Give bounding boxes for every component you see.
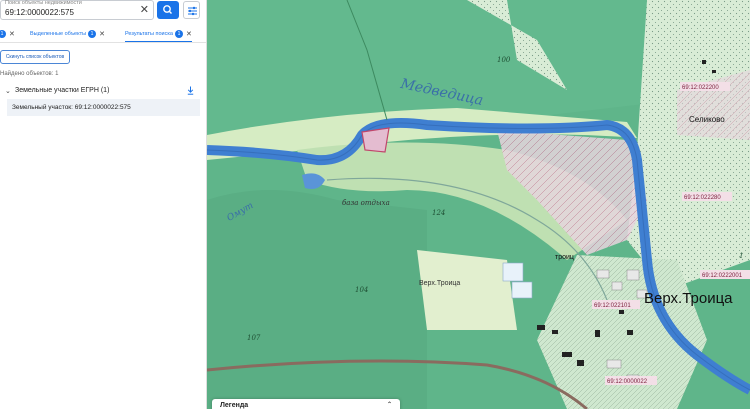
close-icon[interactable]: ✕: [99, 30, 105, 38]
cadastral-label: 69:12:022280: [684, 195, 721, 201]
forest-sw: [207, 190, 427, 409]
cadastral-label: 69:12:0222001: [702, 273, 743, 279]
verh-troitsa-label: Верх.Троица: [644, 290, 733, 307]
selected-parcel[interactable]: [361, 127, 390, 153]
elevation-label: 100: [497, 56, 511, 64]
chevron-up-icon[interactable]: ⌃: [387, 401, 392, 408]
close-icon[interactable]: ✕: [9, 30, 15, 38]
pond: [502, 262, 524, 282]
cadastral-label: 69:12:022200: [682, 85, 719, 91]
troitsa-label: троиц: [555, 254, 574, 261]
tab-label: Выделенные объекты: [30, 31, 87, 37]
result-group[interactable]: ⌄ Земельные участки ЕГРН (1): [0, 86, 200, 98]
close-icon[interactable]: ✕: [186, 30, 192, 38]
elevation-label: 1: [739, 252, 743, 260]
search-icon: [163, 5, 172, 14]
tab-label: Результаты поиска: [125, 30, 173, 37]
map-canvas[interactable]: Медведица Омут база отдыха Верх.Троица В…: [207, 0, 750, 409]
tab-count: 1: [0, 30, 6, 38]
chevron-down-icon[interactable]: ⌄: [5, 87, 11, 95]
pond: [511, 281, 533, 299]
cadastral-label: 69:12:022101: [594, 303, 631, 309]
filter-button[interactable]: [183, 1, 200, 19]
tab-selected-objects[interactable]: Выделенные объекты 1 ✕: [30, 26, 105, 42]
tab-search-results[interactable]: Результаты поиска 1 ✕: [125, 26, 192, 42]
selikovo-label: Селиково: [689, 115, 725, 124]
result-item[interactable]: Земельный участок: 69:12:0000022:575: [7, 99, 200, 116]
map-view[interactable]: Медведица Омут база отдыха Верх.Троица В…: [207, 0, 750, 409]
search-label: Поиск объекты недвижимости: [5, 0, 82, 6]
download-icon[interactable]: [187, 86, 194, 95]
search-button[interactable]: [157, 1, 179, 19]
search-input[interactable]: Поиск объекты недвижимости 69:12:0000022…: [0, 0, 154, 20]
elevation-label: 124: [432, 209, 445, 217]
tab-count: 1: [174, 29, 183, 38]
legend-title: Легенда: [220, 402, 249, 409]
base-label: база отдыха: [342, 199, 390, 207]
cadastral-label: 69:12:0000022: [607, 379, 648, 385]
elevation-label: 104: [355, 286, 368, 294]
reset-list-button[interactable]: Скинуть список объектов: [0, 50, 70, 64]
tab-first[interactable]: 1 ✕: [0, 26, 15, 42]
found-count: Найдено объектов: 1: [0, 71, 59, 77]
tab-bar: 1 ✕ Выделенные объекты 1 ✕ Результаты по…: [0, 26, 206, 43]
verh-troitsa-small-label: Верх.Троица: [419, 280, 460, 287]
legend-panel[interactable]: Легенда ⌃: [212, 399, 400, 409]
filter-icon: [188, 6, 197, 16]
tab-count: 1: [88, 30, 97, 38]
group-label: Земельные участки ЕГРН (1): [15, 87, 110, 94]
field: [417, 250, 517, 330]
clear-icon[interactable]: ✕: [140, 5, 149, 16]
elevation-label: 107: [247, 334, 261, 342]
search-panel: Поиск объекты недвижимости 69:12:0000022…: [0, 0, 207, 409]
search-value[interactable]: 69:12:0000022:575: [5, 8, 74, 17]
